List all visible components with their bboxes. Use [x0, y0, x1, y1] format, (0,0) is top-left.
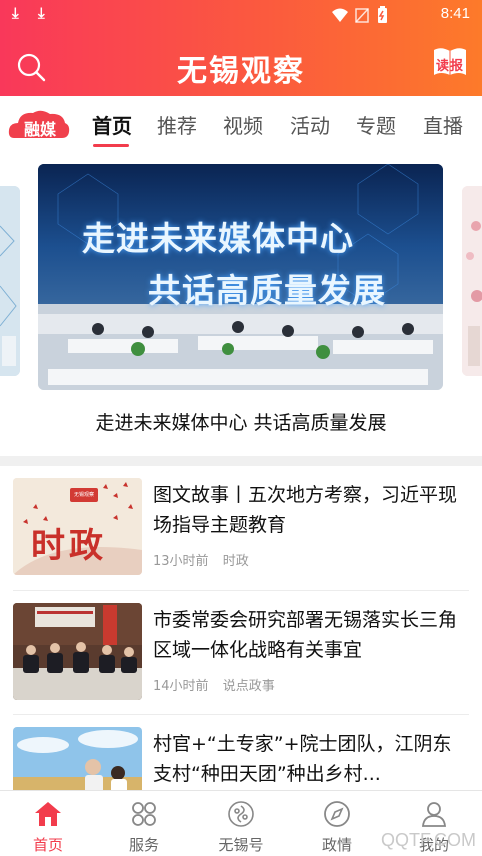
wuxi-account-icon	[228, 801, 254, 827]
tab-video[interactable]: 视频	[223, 110, 263, 139]
nav-wuxi-account-label: 无锡号	[218, 836, 264, 854]
news-thumbnail	[13, 727, 142, 790]
banner-headline-line2: 共话高质量发展	[148, 271, 386, 310]
news-item[interactable]: 无锡观察 时政 图文故事丨五次地方考察，习近平现场指导主题教育 13小时前 时政	[0, 466, 482, 590]
news-item[interactable]: 村官+“土专家”+院士团队，江阴东支村“种田天团”种出乡村...	[0, 715, 482, 790]
active-tab-indicator	[93, 144, 129, 147]
news-title: 图文故事丨五次地方考察，习近平现场指导主题教育	[153, 484, 458, 536]
news-thumbnail	[13, 603, 142, 700]
nav-home[interactable]: 首页	[0, 791, 96, 856]
banner-headline-line1: 走进未来媒体中心	[82, 219, 354, 258]
tab-home[interactable]: 首页	[92, 110, 132, 139]
download-icon: ⤓	[38, 4, 45, 22]
user-icon	[422, 802, 446, 827]
app-title: 无锡观察	[177, 54, 305, 89]
next-banner-image	[462, 186, 482, 376]
news-title: 村官+“土专家”+院士团队，江阴东支村“种田天团”种出乡村...	[153, 733, 452, 785]
nav-home-label: 首页	[32, 836, 63, 854]
nav-services[interactable]: 服务	[96, 791, 192, 856]
news-meta: 14小时前 说点政事	[153, 675, 285, 694]
section-divider	[0, 456, 482, 466]
banner-image[interactable]: 走进未来媒体中心 共话高质量发展	[38, 164, 443, 390]
news-thumbnail: 无锡观察 时政	[13, 478, 142, 575]
status-icons	[332, 6, 387, 23]
status-bar: ⤓ ⤓ 8:41	[0, 0, 482, 28]
prev-banner-preview[interactable]	[0, 186, 20, 376]
news-item[interactable]: 市委常委会研究部署无锡落实长三角区域一体化战略有关事宜 14小时前 说点政事	[0, 591, 482, 715]
compass-icon	[324, 801, 350, 827]
read-paper-button[interactable]: 读报	[432, 46, 468, 78]
tab-topic[interactable]: 专题	[356, 110, 396, 139]
services-icon	[132, 802, 156, 826]
field-photo	[13, 727, 142, 790]
channel-tabs: 融媒 首页 推荐 视频 活动 专题 直播	[0, 96, 482, 150]
tab-live[interactable]: 直播	[423, 110, 463, 139]
nav-wuxi-account[interactable]: 无锡号	[193, 791, 289, 856]
news-time: 13小时前	[153, 554, 209, 569]
news-title: 市委常委会研究部署无锡落实长三角区域一体化战略有关事宜	[153, 609, 458, 661]
thumbnail-badge: 无锡观察	[73, 492, 94, 498]
nav-politics[interactable]: 政情	[289, 791, 385, 856]
news-source: 时政	[222, 554, 249, 569]
meeting-photo	[13, 603, 142, 700]
title-bar: 无锡观察 读报	[0, 36, 482, 92]
banner-carousel[interactable]: 走进未来媒体中心 共话高质量发展 走进未来媒体中心 共话高质量发展	[0, 150, 482, 456]
rongmei-logo-text: 融媒	[23, 120, 56, 139]
tab-recommend[interactable]: 推荐	[157, 110, 197, 139]
banner-caption[interactable]: 走进未来媒体中心 共话高质量发展	[0, 408, 482, 435]
clock: 8:41	[440, 5, 470, 22]
tab-activity[interactable]: 活动	[290, 110, 330, 139]
news-meta: 13小时前 时政	[153, 550, 259, 569]
app-header: ⤓ ⤓ 8:41 无锡观察 读报	[0, 0, 482, 96]
home-icon	[35, 802, 61, 826]
watermark: QQTF.COM	[381, 830, 476, 850]
next-banner-preview[interactable]	[462, 186, 482, 376]
news-source: 说点政事	[222, 679, 275, 694]
news-time: 14小时前	[153, 679, 209, 694]
nav-politics-label: 政情	[321, 836, 352, 854]
rongmei-logo[interactable]: 融媒	[8, 108, 70, 140]
nav-services-label: 服务	[128, 836, 159, 854]
prev-banner-image	[0, 186, 20, 376]
read-paper-label: 读报	[435, 59, 464, 74]
thumbnail-caption: 时政	[31, 526, 107, 566]
download-icon: ⤓	[12, 4, 19, 22]
